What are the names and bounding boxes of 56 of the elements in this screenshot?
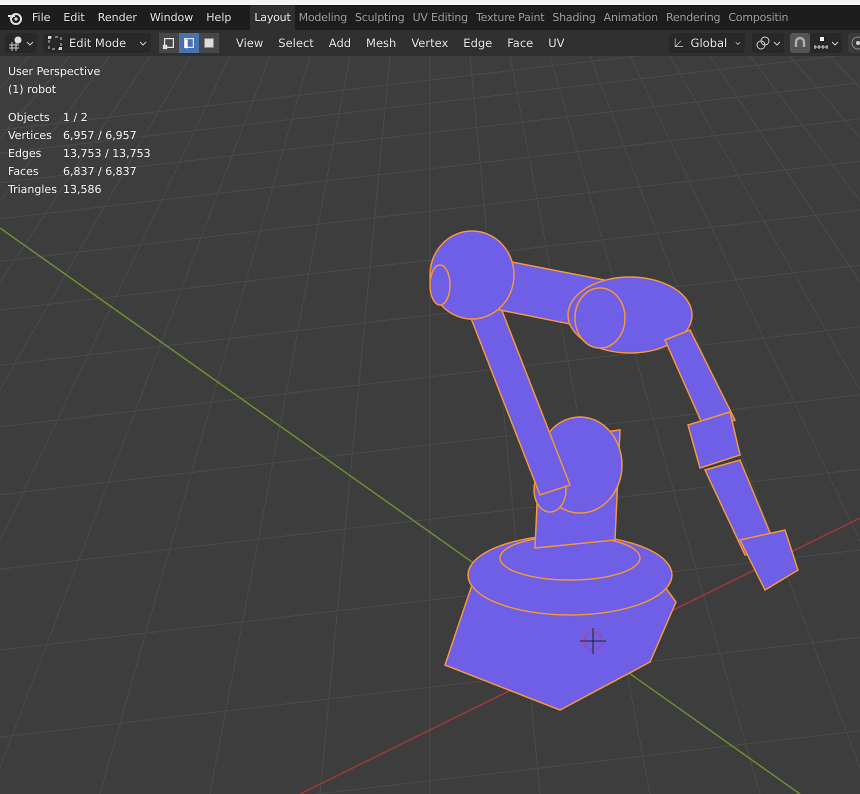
view-name: User Perspective <box>8 65 102 78</box>
face-mode-icon <box>202 36 216 50</box>
menu-item[interactable]: Window <box>150 11 194 24</box>
edge-mode-icon <box>182 36 196 50</box>
face-select-button[interactable] <box>199 33 219 53</box>
dashed-square-icon <box>47 35 63 51</box>
menu-item[interactable]: Add <box>328 36 352 50</box>
menu-item[interactable]: View <box>236 36 264 50</box>
menu-item[interactable]: Edge <box>463 36 492 50</box>
mode-dropdown[interactable]: Edit Mode <box>43 33 151 53</box>
menu-item[interactable]: Select <box>278 36 314 50</box>
stat-label: Objects <box>8 111 51 124</box>
orientation-dropdown[interactable]: Global <box>669 33 745 53</box>
linked-circles-icon <box>755 35 771 51</box>
snap-dropdown[interactable] <box>810 33 842 53</box>
object-name: (1) robot <box>8 83 58 96</box>
workspace-tab[interactable]: Shading <box>548 5 600 30</box>
chevron-icon <box>831 39 839 47</box>
stat-value: 1 / 2 <box>63 111 89 124</box>
workspace-tab[interactable]: Modeling <box>294 5 351 30</box>
workspace-tab[interactable]: Texture Paint <box>472 5 548 30</box>
vertex-select-button[interactable] <box>159 33 179 53</box>
pivot-dropdown[interactable] <box>752 33 784 53</box>
workspace-tab[interactable]: Layout <box>250 5 295 30</box>
editor-type-dropdown[interactable] <box>5 33 37 53</box>
stat-value: 13,753 / 13,753 <box>63 147 151 160</box>
workspace-tab[interactable]: Animation <box>600 5 662 30</box>
vertex-mode-icon <box>162 36 176 50</box>
stat-value: 6,957 / 6,957 <box>63 129 138 142</box>
stat-value: 13,586 <box>63 183 102 196</box>
stat-label: Vertices <box>8 129 53 142</box>
menu-item[interactable]: Edit <box>63 11 85 24</box>
menu-item[interactable]: File <box>32 11 50 24</box>
ruler-icon <box>813 35 829 51</box>
stat-label: Faces <box>8 165 40 178</box>
chevron-icon <box>139 39 147 47</box>
menu-item[interactable]: UV <box>548 36 565 50</box>
workspace-tab[interactable]: UV Editing <box>408 5 472 30</box>
menu-item[interactable]: Help <box>206 11 232 24</box>
stat-label: Triangles <box>8 183 58 196</box>
chevron-icon <box>26 39 34 47</box>
menu-item[interactable]: Render <box>98 11 137 24</box>
stat-label: Edges <box>8 147 42 160</box>
snap-toggle-button[interactable] <box>790 33 810 53</box>
menu-item[interactable]: Face <box>507 36 534 50</box>
grid-sphere-icon <box>8 35 24 51</box>
menu-item[interactable]: Vertex <box>411 36 448 50</box>
chevron-icon <box>735 39 741 47</box>
menu-item[interactable]: Mesh <box>366 36 396 50</box>
3d-cursor-icon <box>580 628 606 654</box>
workspace-tab[interactable]: Sculpting <box>351 5 409 30</box>
workspace-tab[interactable]: Compositin <box>724 5 792 30</box>
stat-value: 6,837 / 6,837 <box>63 165 138 178</box>
chevron-icon <box>773 39 781 47</box>
workspace-tab[interactable]: Rendering <box>662 5 724 30</box>
edge-select-button[interactable] <box>179 33 199 53</box>
